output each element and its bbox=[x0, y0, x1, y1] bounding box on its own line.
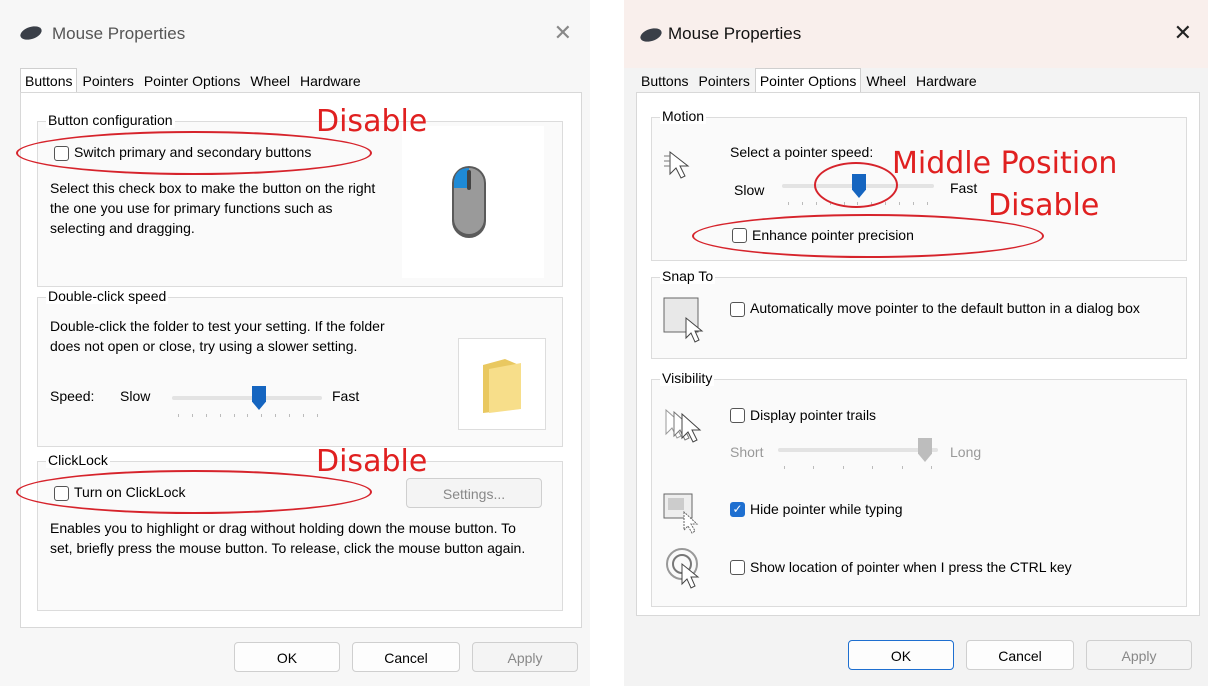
double-click-slider-thumb[interactable] bbox=[252, 386, 266, 410]
double-click-description: Double-click the folder to test your set… bbox=[50, 318, 385, 354]
hide-pointer-checkbox[interactable]: ✓ bbox=[730, 502, 745, 517]
annotation-middle-position-label: Middle Position bbox=[892, 146, 1118, 181]
tab-pointers[interactable]: Pointers bbox=[77, 68, 138, 92]
tab-pointers[interactable]: Pointers bbox=[693, 68, 754, 92]
trails-slider-thumb[interactable] bbox=[918, 438, 932, 462]
motion-group: Motion Select a pointer speed: Slow Fast… bbox=[651, 108, 1187, 261]
clicklock-settings-button[interactable]: Settings... bbox=[406, 478, 542, 508]
slider-ticks bbox=[788, 202, 928, 206]
switch-buttons-label: Switch primary and secondary buttons bbox=[74, 144, 312, 160]
show-location-label: Show location of pointer when I press th… bbox=[750, 559, 1072, 575]
slow-label: Slow bbox=[120, 388, 151, 404]
group-legend: ClickLock bbox=[46, 452, 110, 468]
ok-button[interactable]: OK bbox=[848, 640, 954, 670]
test-folder-icon[interactable] bbox=[458, 338, 546, 430]
group-legend: Button configuration bbox=[46, 112, 175, 128]
pointer-trails-label: Display pointer trails bbox=[750, 407, 877, 423]
window-title: Mouse Properties bbox=[668, 24, 802, 43]
snap-to-label: Automatically move pointer to the defaul… bbox=[750, 300, 1140, 316]
window-title: Mouse Properties bbox=[52, 24, 186, 43]
snap-to-group: Snap To Automatically move pointer to th… bbox=[651, 268, 1187, 359]
tab-wheel[interactable]: Wheel bbox=[861, 68, 911, 92]
show-location-checkbox[interactable] bbox=[730, 560, 745, 575]
tab-panel: Button configuration Switch primary and … bbox=[20, 92, 582, 628]
tab-buttons[interactable]: Buttons bbox=[636, 68, 693, 92]
title-bar: Mouse Properties ✕ bbox=[0, 0, 590, 68]
group-legend: Motion bbox=[660, 108, 707, 124]
clicklock-description: Enables you to highlight or drag without… bbox=[50, 520, 526, 556]
pointer-trails-checkbox[interactable] bbox=[730, 408, 745, 423]
slider-ticks bbox=[178, 414, 318, 418]
apply-button[interactable]: Apply bbox=[472, 642, 578, 672]
visibility-group: Visibility Display pointer trails Short … bbox=[651, 370, 1187, 607]
long-label: Long bbox=[950, 444, 982, 460]
hide-pointer-icon bbox=[662, 490, 708, 534]
cancel-button[interactable]: Cancel bbox=[352, 642, 460, 672]
annotation-disable-label: Disable bbox=[316, 444, 428, 479]
group-legend: Snap To bbox=[660, 268, 716, 284]
tab-wheel[interactable]: Wheel bbox=[245, 68, 295, 92]
double-click-slider-track[interactable] bbox=[172, 396, 322, 400]
tab-strip: Buttons Pointers Pointer Options Wheel H… bbox=[20, 68, 366, 97]
slider-ticks bbox=[784, 466, 932, 470]
button-config-description: Select this check box to make the button… bbox=[50, 180, 376, 236]
tab-strip: Buttons Pointers Pointer Options Wheel H… bbox=[636, 68, 982, 97]
enhance-precision-checkbox[interactable] bbox=[732, 228, 747, 243]
mouse-illustration bbox=[402, 126, 544, 278]
switch-buttons-checkbox[interactable] bbox=[54, 146, 69, 161]
clicklock-group: ClickLock Turn on ClickLock Settings... … bbox=[37, 452, 563, 611]
tab-pointer-options[interactable]: Pointer Options bbox=[139, 68, 246, 92]
group-legend: Double-click speed bbox=[46, 288, 169, 304]
close-icon[interactable]: ✕ bbox=[554, 20, 572, 46]
tab-hardware[interactable]: Hardware bbox=[911, 68, 982, 92]
annotation-disable-label: Disable bbox=[316, 104, 428, 139]
group-legend: Visibility bbox=[660, 370, 715, 386]
close-icon[interactable]: ✕ bbox=[1174, 20, 1192, 46]
title-bar: Mouse Properties ✕ bbox=[624, 0, 1208, 68]
fast-label: Fast bbox=[332, 388, 360, 404]
snap-to-checkbox[interactable] bbox=[730, 302, 745, 317]
apply-button[interactable]: Apply bbox=[1086, 640, 1192, 670]
annotation-disable-label: Disable bbox=[988, 188, 1100, 223]
pointer-speed-icon bbox=[664, 146, 700, 182]
snap-to-icon bbox=[662, 294, 708, 344]
ok-button[interactable]: OK bbox=[234, 642, 340, 672]
double-click-speed-group: Double-click speed Double-click the fold… bbox=[37, 288, 563, 447]
mouse-icon bbox=[638, 25, 664, 45]
pointer-trails-icon bbox=[662, 404, 710, 448]
speed-label: Speed: bbox=[50, 388, 95, 404]
select-speed-label: Select a pointer speed: bbox=[730, 144, 874, 160]
cancel-button[interactable]: Cancel bbox=[966, 640, 1074, 670]
show-location-icon bbox=[662, 544, 708, 590]
short-label: Short bbox=[730, 444, 764, 460]
clicklock-label: Turn on ClickLock bbox=[74, 484, 186, 500]
mouse-icon bbox=[18, 23, 44, 43]
pointer-speed-slider-thumb[interactable] bbox=[852, 174, 866, 198]
enhance-precision-label: Enhance pointer precision bbox=[752, 227, 914, 243]
clicklock-checkbox[interactable] bbox=[54, 486, 69, 501]
mouse-properties-window-left: Mouse Properties ✕ Buttons Pointers Poin… bbox=[0, 0, 590, 686]
tab-hardware[interactable]: Hardware bbox=[295, 68, 366, 92]
slow-label: Slow bbox=[734, 182, 765, 198]
hide-pointer-label: Hide pointer while typing bbox=[750, 501, 903, 517]
fast-label: Fast bbox=[950, 180, 978, 196]
button-configuration-group: Button configuration Switch primary and … bbox=[37, 112, 563, 287]
trails-slider-track[interactable] bbox=[778, 448, 938, 452]
mouse-properties-window-right: Mouse Properties ✕ Buttons Pointers Poin… bbox=[624, 0, 1208, 686]
